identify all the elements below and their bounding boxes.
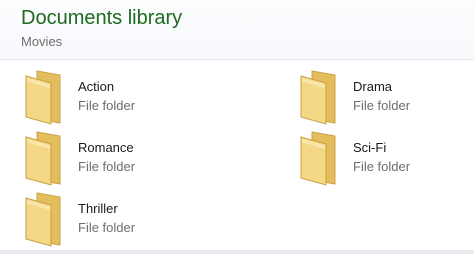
bottom-border bbox=[0, 250, 474, 254]
folder-item-drama[interactable]: Drama File folder bbox=[299, 69, 474, 127]
folder-type: File folder bbox=[78, 159, 136, 174]
folder-name: Sci-Fi bbox=[353, 140, 387, 155]
folder-icon bbox=[300, 131, 336, 186]
folder-icon bbox=[25, 192, 61, 247]
folder-item-romance[interactable]: Romance File folder bbox=[24, 130, 224, 188]
folder-item-action[interactable]: Action File folder bbox=[24, 69, 224, 127]
library-subtitle: Movies bbox=[21, 34, 63, 49]
folder-name: Romance bbox=[78, 140, 134, 155]
library-title: Documents library bbox=[21, 7, 183, 29]
folder-list: Action File folder Drama File folder Rom… bbox=[0, 60, 474, 250]
folder-type: File folder bbox=[353, 98, 411, 113]
folder-name: Thriller bbox=[78, 201, 118, 216]
folder-name: Action bbox=[78, 79, 115, 94]
library-header: Documents library Movies bbox=[0, 0, 474, 60]
folder-item-sci-fi[interactable]: Sci-Fi File folder bbox=[299, 130, 474, 188]
folder-icon bbox=[25, 131, 61, 186]
folder-item-thriller[interactable]: Thriller File folder bbox=[24, 191, 224, 249]
folder-icon bbox=[25, 70, 61, 125]
folder-type: File folder bbox=[78, 220, 136, 235]
folder-type: File folder bbox=[78, 98, 136, 113]
folder-icon bbox=[300, 70, 336, 125]
folder-type: File folder bbox=[353, 159, 411, 174]
folder-name: Drama bbox=[353, 79, 393, 94]
